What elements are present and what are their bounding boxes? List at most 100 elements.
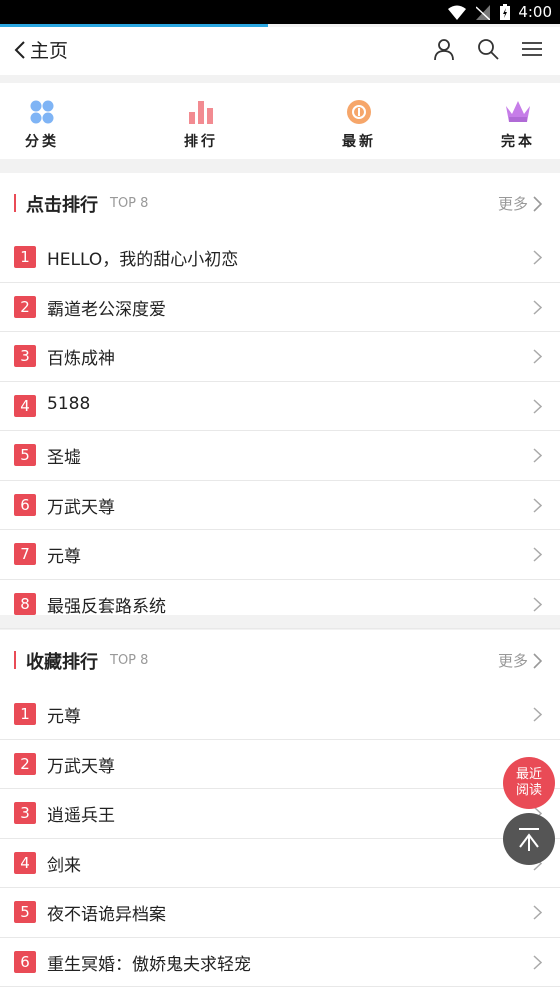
nav-label: 排行 [184, 134, 218, 150]
section-accent-bar [14, 651, 16, 669]
book-title: 5188 [47, 393, 91, 414]
bar-chart-icon [189, 101, 213, 124]
book-title: 元尊 [47, 547, 81, 567]
rank-badge: 6 [14, 493, 36, 516]
rank-badge: 3 [14, 802, 36, 824]
status-icons [448, 4, 510, 20]
status-bar: 4:00 [0, 0, 560, 24]
recent-reading-label: 最近 [515, 767, 542, 782]
chevron-right-icon [533, 547, 542, 562]
chevron-right-icon [533, 596, 542, 612]
book-title: HELLO，我的甜心小初恋 [47, 250, 239, 270]
section-subtitle: TOP 8 [110, 653, 149, 668]
nav-item-latest[interactable]: 最新 [319, 97, 399, 151]
book-title: 重生冥婚：傲娇鬼夫求轻宠 [47, 954, 251, 975]
rank-badge: 4 [14, 394, 36, 417]
battery-icon [500, 4, 510, 20]
list-item[interactable]: 1 HELLO，我的甜心小初恋 [0, 233, 560, 283]
book-title: 最强反套路系统 [47, 596, 166, 617]
recent-reading-button[interactable]: 最近 阅读 [503, 757, 555, 809]
wifi-icon [448, 5, 466, 20]
more-label: 更多 [497, 195, 528, 213]
new-badge-icon [347, 100, 371, 124]
chevron-right-icon [533, 398, 542, 414]
chevron-right-icon [533, 448, 542, 463]
favorite-ranking-section: 收藏排行 TOP 8 更多 1 元尊 2 万武天尊 3 逍遥兵王 4 剑来 5 夜不语诡异档案 6 重… [0, 630, 560, 995]
arrow-up-icon [519, 828, 539, 851]
section-subtitle: TOP 8 [110, 196, 149, 211]
rank-badge: 3 [14, 345, 36, 367]
list-item[interactable]: 8 最强反套路系统 [0, 580, 560, 629]
chevron-right-icon [533, 299, 542, 315]
rank-badge: 1 [14, 246, 36, 268]
list-item[interactable]: 2 霸道老公深度爱 [0, 283, 560, 332]
list-item[interactable]: 1 元尊 [0, 690, 560, 740]
nav-item-category[interactable]: 分类 [2, 97, 82, 151]
category-icon [30, 100, 54, 124]
rank-badge: 5 [14, 444, 36, 466]
chevron-left-icon [14, 40, 25, 59]
list-item[interactable]: 7重生之修真首富 [0, 987, 560, 995]
category-nav: 分类 排行 最新 完本 [0, 83, 560, 159]
list-item[interactable]: 4 剑来 [0, 839, 560, 888]
book-title: 百炼成神 [47, 349, 115, 369]
chevron-right-icon [533, 195, 542, 212]
rank-badge: 1 [14, 703, 36, 725]
list-item[interactable]: 5 圣墟 [0, 431, 560, 481]
book-title: 万武天尊 [47, 756, 115, 777]
book-title: 夜不语诡异档案 [47, 905, 166, 925]
list-item[interactable]: 2 万武天尊 [0, 740, 560, 789]
list-item[interactable]: 7 元尊 [0, 530, 560, 580]
chevron-right-icon [533, 652, 542, 669]
status-time: 4:00 [518, 3, 552, 21]
chevron-right-icon [533, 250, 542, 265]
section-header: 点击排行 TOP 8 更多 [0, 173, 560, 233]
rank-badge: 6 [14, 950, 36, 973]
back-label: 主页 [30, 40, 69, 62]
back-to-top-button[interactable] [503, 813, 555, 865]
book-title: 圣墟 [47, 448, 81, 468]
book-title: 逍遥兵王 [47, 806, 115, 826]
ranking-list: 1 元尊 2 万武天尊 3 逍遥兵王 4 剑来 5 夜不语诡异档案 6 重生冥婚：傲娇鬼夫求轻宠 7重生… [0, 690, 560, 995]
list-item[interactable]: 6 万武天尊 [0, 481, 560, 530]
list-item[interactable]: 4 5188 [0, 382, 560, 431]
search-icon[interactable] [476, 37, 500, 61]
section-title: 点击排行 [26, 195, 98, 216]
nav-item-ranking[interactable]: 排行 [161, 97, 241, 151]
no-signal-icon [476, 4, 490, 20]
click-ranking-section: 点击排行 TOP 8 更多 1 HELLO，我的甜心小初恋 2 霸道老公深度爱 3 百炼成… [0, 173, 560, 629]
list-item[interactable]: 5 夜不语诡异档案 [0, 888, 560, 938]
chevron-right-icon [533, 349, 542, 364]
menu-icon[interactable] [520, 37, 544, 61]
more-link[interactable]: 更多 [498, 193, 542, 214]
chevron-right-icon [533, 954, 542, 970]
chevron-right-icon [533, 905, 542, 920]
rank-badge: 2 [14, 295, 36, 318]
more-link[interactable]: 更多 [498, 650, 542, 671]
ranking-list: 1 HELLO，我的甜心小初恋 2 霸道老公深度爱 3 百炼成神 4 5188 5 圣墟 6 万武天尊… [0, 233, 560, 629]
nav-item-completed[interactable]: 完本 [478, 97, 558, 151]
app-header: 主页 [0, 27, 560, 75]
section-accent-bar [14, 194, 16, 212]
rank-badge: 5 [14, 901, 36, 923]
list-item[interactable]: 3 逍遥兵王 [0, 789, 560, 839]
list-item[interactable]: 6 重生冥婚：傲娇鬼夫求轻宠 [0, 938, 560, 987]
rank-badge: 7 [14, 543, 36, 565]
book-title: 剑来 [47, 855, 81, 876]
more-label: 更多 [497, 652, 528, 670]
crown-icon [506, 101, 530, 122]
nav-label: 分类 [25, 134, 59, 150]
chevron-right-icon [533, 707, 542, 722]
user-icon[interactable] [432, 37, 456, 61]
nav-label: 完本 [501, 134, 535, 150]
rank-badge: 4 [14, 851, 36, 874]
rank-badge: 8 [14, 592, 36, 615]
book-title: 万武天尊 [47, 497, 115, 518]
list-item[interactable]: 3 百炼成神 [0, 332, 560, 382]
section-header: 收藏排行 TOP 8 更多 [0, 630, 560, 690]
book-title: 霸道老公深度爱 [47, 299, 166, 320]
back-button[interactable]: 主页 [14, 36, 68, 63]
chevron-right-icon [533, 497, 542, 513]
section-title: 收藏排行 [26, 652, 98, 673]
nav-label: 最新 [342, 134, 376, 150]
